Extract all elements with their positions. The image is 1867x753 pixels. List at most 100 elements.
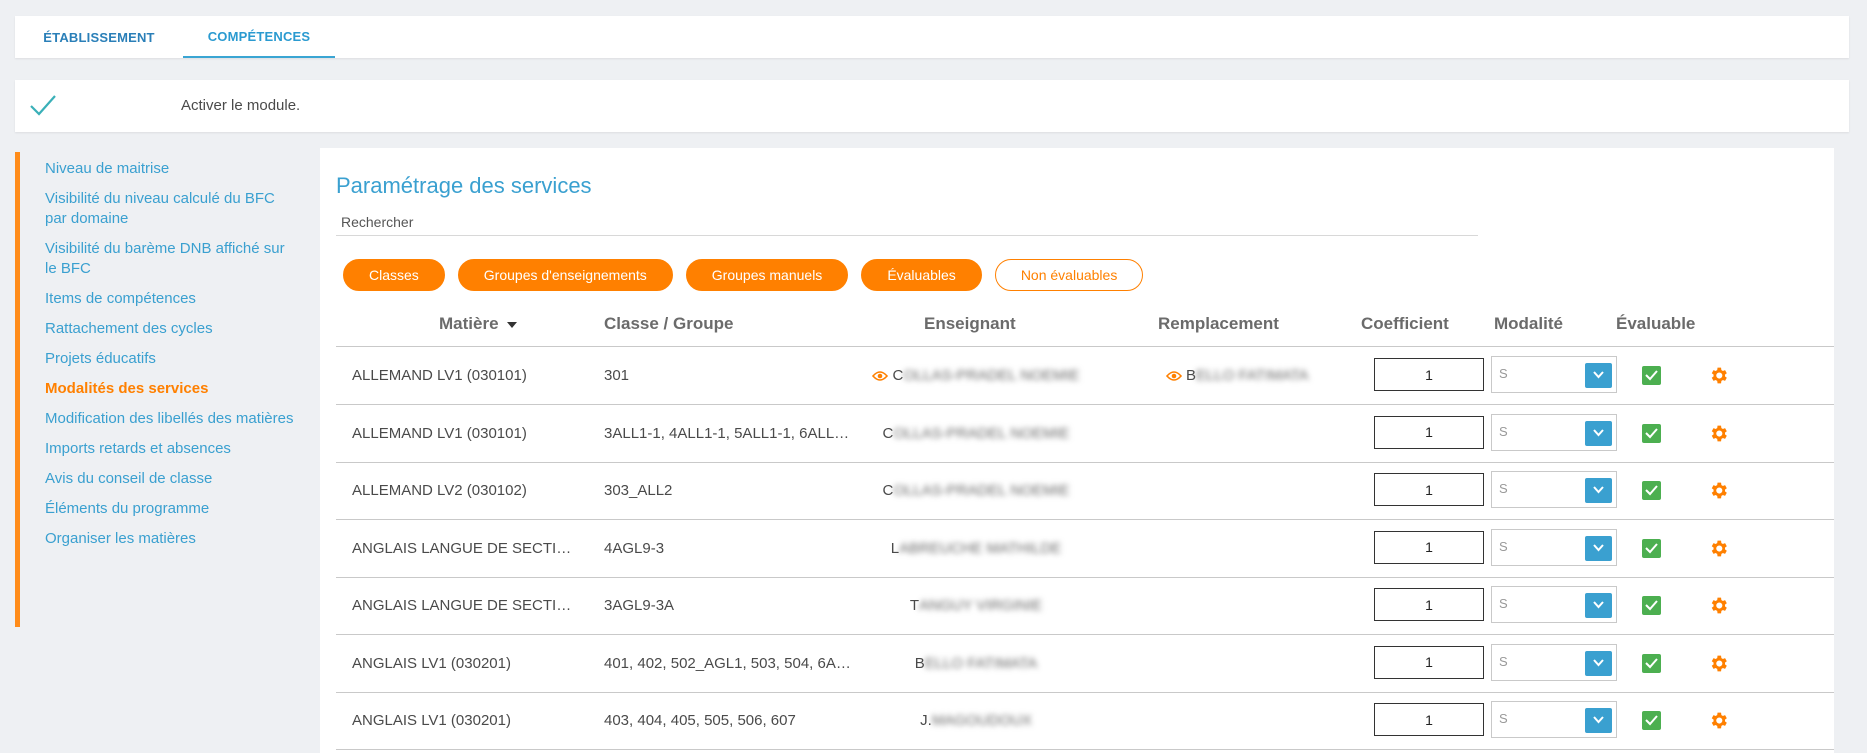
evaluable-checkbox[interactable] bbox=[1642, 481, 1661, 500]
coefficient-input[interactable] bbox=[1374, 530, 1484, 564]
filter-evaluables-button[interactable]: Évaluables bbox=[861, 259, 982, 291]
enseignant-cell: T ANGUY VIRGINIE bbox=[866, 597, 1086, 614]
top-tabs: ÉTABLISSEMENT COMPÉTENCES bbox=[15, 16, 1849, 58]
enseignant-cell: J. MAGOUDOUX bbox=[866, 712, 1086, 729]
sidebar-item-visibilite-niveau-bfc[interactable]: Visibilité du niveau calculé du BFC par … bbox=[20, 189, 315, 229]
enseignant-initial: T bbox=[909, 597, 920, 614]
coefficient-input[interactable] bbox=[1374, 703, 1484, 736]
header-enseignant[interactable]: Enseignant bbox=[924, 314, 1016, 334]
dropdown-button[interactable] bbox=[1585, 363, 1612, 388]
tab-etablissement[interactable]: ÉTABLISSEMENT bbox=[15, 16, 183, 58]
enseignant-cell: L ABREUCHE MATHILDE bbox=[866, 540, 1086, 557]
header-remplacement[interactable]: Remplacement bbox=[1158, 314, 1279, 334]
table-row: ALLEMAND LV1 (030101) 3ALL1-1, 4ALL1-1, 5… bbox=[336, 406, 1834, 463]
eye-icon[interactable] bbox=[1166, 370, 1182, 382]
evaluable-checkbox[interactable] bbox=[1642, 711, 1661, 730]
enseignant-cell: C OLLAS-PRADEL NOEMIE bbox=[866, 482, 1086, 499]
eye-icon[interactable] bbox=[872, 370, 889, 382]
sidebar-item-modification-libelles[interactable]: Modification des libellés des matières bbox=[20, 409, 315, 429]
sidebar-item-projets-educatifs[interactable]: Projets éducatifs bbox=[20, 349, 315, 369]
coefficient-input[interactable] bbox=[1374, 588, 1484, 621]
modalite-value: S bbox=[1499, 596, 1508, 611]
enseignant-name-blurred: OLLAS-PRADEL NOEMIE bbox=[893, 424, 1070, 442]
sidebar-item-elements-programme[interactable]: Éléments du programme bbox=[20, 499, 315, 519]
modalite-select[interactable]: S bbox=[1491, 356, 1617, 393]
filter-classes-button[interactable]: Classes bbox=[343, 259, 445, 291]
header-matiere[interactable]: Matière bbox=[439, 314, 517, 334]
dropdown-button[interactable] bbox=[1585, 650, 1612, 676]
gear-icon[interactable] bbox=[1708, 365, 1729, 386]
chevron-down-icon bbox=[1593, 601, 1604, 609]
check-icon bbox=[1645, 715, 1658, 726]
sidebar-item-niveau-maitrise[interactable]: Niveau de maitrise bbox=[20, 159, 315, 179]
gear-icon[interactable] bbox=[1708, 480, 1729, 501]
check-icon bbox=[1645, 600, 1658, 611]
filter-groupes-enseignements-button[interactable]: Groupes d'enseignements bbox=[457, 259, 673, 291]
gear-icon[interactable] bbox=[1708, 653, 1729, 674]
chevron-down-icon bbox=[1593, 428, 1604, 436]
dropdown-button[interactable] bbox=[1585, 420, 1612, 446]
header-coefficient[interactable]: Coefficient bbox=[1361, 314, 1449, 334]
modalite-select[interactable]: S bbox=[1491, 528, 1617, 566]
filter-buttons: Classes Groupes d'enseignements Groupes … bbox=[343, 259, 1156, 291]
evaluable-checkbox[interactable] bbox=[1642, 596, 1661, 615]
checkmark-icon[interactable] bbox=[29, 93, 57, 119]
coefficient-input[interactable] bbox=[1374, 415, 1484, 449]
modalite-select[interactable]: S bbox=[1491, 701, 1617, 738]
table-row: ALLEMAND LV1 (030101) 301 C OLLAS-PRADEL NO… bbox=[336, 348, 1834, 405]
enseignant-cell: C OLLAS-PRADEL NOEMIE bbox=[866, 425, 1086, 442]
sidebar-item-imports-retards[interactable]: Imports retards et absences bbox=[20, 439, 315, 459]
dropdown-button[interactable] bbox=[1585, 478, 1612, 503]
chevron-down-icon bbox=[1593, 486, 1604, 494]
matiere-cell: ANGLAIS LANGUE DE SECTION (… bbox=[352, 539, 574, 557]
modalite-select[interactable]: S bbox=[1491, 471, 1617, 508]
enseignant-initial: B bbox=[914, 654, 925, 672]
evaluable-checkbox[interactable] bbox=[1642, 653, 1661, 673]
header-modalite[interactable]: Modalité bbox=[1494, 314, 1563, 334]
matiere-cell: ALLEMAND LV1 (030101) bbox=[352, 367, 527, 384]
remplacement-initial: B bbox=[1186, 367, 1197, 384]
modalite-select[interactable]: S bbox=[1491, 413, 1617, 451]
sidebar-item-modalites-services[interactable]: Modalités des services bbox=[20, 379, 315, 399]
sidebar-item-avis-conseil[interactable]: Avis du conseil de classe bbox=[20, 469, 315, 489]
evaluable-checkbox[interactable] bbox=[1642, 538, 1661, 558]
dropdown-button[interactable] bbox=[1585, 535, 1612, 561]
modalite-select[interactable]: S bbox=[1491, 586, 1617, 623]
gear-icon[interactable] bbox=[1708, 595, 1729, 616]
enseignant-cell: C OLLAS-PRADEL NOEMIE bbox=[866, 367, 1086, 384]
coefficient-input[interactable] bbox=[1374, 358, 1484, 391]
coefficient-input[interactable] bbox=[1374, 645, 1484, 679]
table-row: ANGLAIS LANGUE DE SECTION (… 3AGL9-3A TANG… bbox=[336, 578, 1834, 635]
table-header: Matière Classe / Groupe Enseignant Rempl… bbox=[336, 304, 1834, 347]
sidebar-item-organiser-matieres[interactable]: Organiser les matières bbox=[20, 529, 315, 549]
gear-icon[interactable] bbox=[1708, 423, 1729, 444]
classe-cell: 301 bbox=[604, 367, 630, 384]
enseignant-name-blurred: MAGOUDOUX bbox=[931, 712, 1032, 729]
matiere-cell: ANGLAIS LANGUE DE SECTION (… bbox=[352, 597, 574, 614]
search-input[interactable] bbox=[336, 208, 1478, 236]
filter-groupes-manuels-button[interactable]: Groupes manuels bbox=[685, 259, 849, 291]
header-classe[interactable]: Classe / Groupe bbox=[604, 314, 733, 334]
table-row: ANGLAIS LV1 (030201) 401, 402, 502_AGL1, … bbox=[336, 636, 1834, 693]
gear-icon[interactable] bbox=[1708, 538, 1729, 559]
coefficient-input[interactable] bbox=[1374, 473, 1484, 506]
activate-module-label: Activer le module. bbox=[181, 97, 301, 114]
modalite-select[interactable]: S bbox=[1491, 643, 1617, 681]
modalite-value: S bbox=[1499, 653, 1508, 669]
header-evaluable[interactable]: Évaluable bbox=[1616, 314, 1695, 334]
modalite-value: S bbox=[1499, 538, 1508, 554]
sidebar-item-items-competences[interactable]: Items de compétences bbox=[20, 289, 315, 309]
sidebar-item-rattachement-cycles[interactable]: Rattachement des cycles bbox=[20, 319, 315, 339]
table-row: ALLEMAND LV2 (030102) 303_ALL2 C OLLAS-PRAD… bbox=[336, 463, 1834, 520]
sidebar-item-visibilite-bareme-dnb[interactable]: Visibilité du barème DNB affiché sur le … bbox=[20, 239, 315, 279]
chevron-down-icon bbox=[1593, 716, 1604, 724]
gear-icon[interactable] bbox=[1708, 710, 1729, 731]
evaluable-checkbox[interactable] bbox=[1642, 423, 1661, 443]
dropdown-button[interactable] bbox=[1585, 593, 1612, 618]
tab-competences[interactable]: COMPÉTENCES bbox=[183, 16, 335, 58]
evaluable-checkbox[interactable] bbox=[1642, 366, 1661, 385]
matiere-cell: ANGLAIS LV1 (030201) bbox=[352, 712, 511, 729]
filter-non-evaluables-button[interactable]: Non évaluables bbox=[994, 259, 1144, 291]
classe-cell: 3ALL1-1, 4ALL1-1, 5ALL1-1, 6ALL… bbox=[604, 424, 850, 442]
dropdown-button[interactable] bbox=[1585, 708, 1612, 733]
